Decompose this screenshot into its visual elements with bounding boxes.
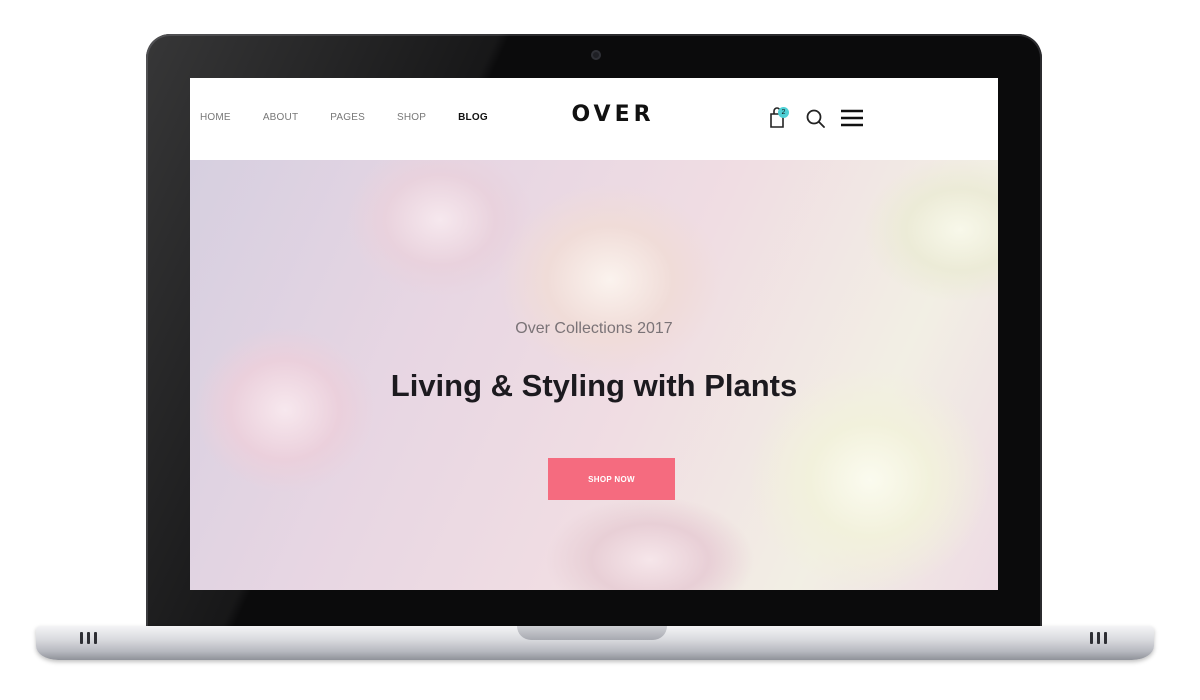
cart-count-badge: 2 (778, 107, 789, 118)
site-header: HOME ABOUT PAGES SHOP BLOG OVER 2 (190, 78, 998, 160)
shop-now-button[interactable]: SHOP NOW (548, 458, 675, 500)
hero-title: Living & Styling with Plants (390, 368, 798, 403)
site-logo[interactable]: OVER (568, 102, 658, 127)
left-vent (80, 632, 97, 644)
menu-button[interactable] (838, 104, 866, 132)
nav-item-shop[interactable]: SHOP (397, 112, 426, 123)
header-icons: 2 (766, 104, 874, 132)
nav-item-about[interactable]: ABOUT (263, 112, 298, 123)
hero-subtitle: Over Collections 2017 (515, 320, 673, 337)
search-button[interactable] (802, 104, 830, 132)
webcam-icon (591, 50, 601, 60)
laptop-notch (517, 626, 667, 640)
nav-item-pages[interactable]: PAGES (330, 112, 365, 123)
main-nav: HOME ABOUT PAGES SHOP BLOG (200, 112, 520, 123)
right-vent (1090, 632, 1107, 644)
hero-banner: Over Collections 2017 Living & Styling w… (190, 160, 998, 590)
cart-button[interactable]: 2 (766, 104, 794, 132)
search-icon (806, 109, 825, 128)
nav-item-home[interactable]: HOME (200, 112, 231, 123)
website-screen: HOME ABOUT PAGES SHOP BLOG OVER 2 Over C… (190, 78, 998, 590)
hamburger-menu-icon (841, 109, 863, 127)
nav-item-blog[interactable]: BLOG (458, 112, 488, 123)
